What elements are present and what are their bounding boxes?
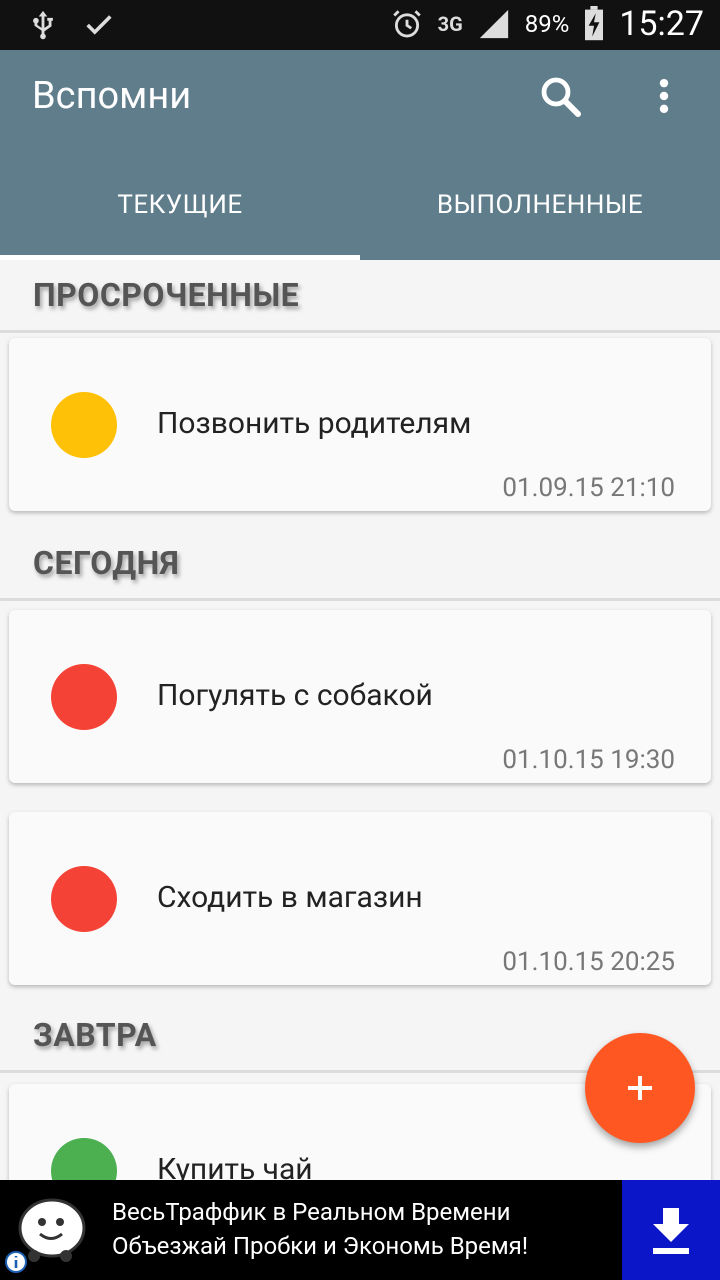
- reminder-card[interactable]: Сходить в магазин 01.10.15 20:25: [9, 812, 711, 985]
- tab-completed[interactable]: ВЫПОЛНЕННЫЕ: [360, 150, 720, 260]
- tab-bar: ТЕКУЩИЕ ВЫПОЛНЕННЫЕ: [0, 150, 720, 260]
- section-title: ПРОСРОЧЕННЫЕ: [33, 276, 300, 314]
- battery-percent: 89%: [524, 10, 570, 38]
- section-title: ЗАВТРА: [33, 1016, 157, 1054]
- download-icon: [653, 1208, 689, 1254]
- priority-dot: [51, 866, 117, 932]
- search-button[interactable]: [536, 72, 584, 120]
- priority-dot: [51, 664, 117, 730]
- battery-charging-icon: [585, 6, 604, 41]
- search-icon: [541, 77, 581, 117]
- ad-text-line2: Объезжай Пробки и Экономь Время!: [112, 1232, 529, 1260]
- usb-icon: [33, 10, 53, 40]
- clock: 15:27: [619, 4, 704, 44]
- more-options-button[interactable]: [642, 72, 686, 120]
- reminder-title: Сходить в магазин: [157, 880, 423, 915]
- reminder-title: Погулять с собакой: [157, 678, 433, 713]
- tab-current[interactable]: ТЕКУЩИЕ: [0, 150, 360, 260]
- ad-text-line1: ВесьТраффик в Реальном Времени: [112, 1198, 511, 1226]
- more-vert-icon: [659, 78, 669, 114]
- add-reminder-button[interactable]: [585, 1033, 695, 1143]
- ad-download-button[interactable]: [622, 1180, 720, 1280]
- reminder-date: 01.10.15 20:25: [502, 947, 675, 977]
- section-title: СЕГОДНЯ: [33, 544, 180, 582]
- app-title: Вспомни: [32, 74, 192, 118]
- reminder-title: Позвонить родителям: [157, 406, 472, 441]
- ad-banner[interactable]: ВесьТраффик в Реальном Времени Объезжай …: [0, 1180, 720, 1280]
- reminder-date: 01.09.15 21:10: [502, 473, 675, 503]
- ad-info-icon[interactable]: [4, 1250, 28, 1274]
- plus-icon: [628, 1076, 652, 1100]
- network-type: 3G: [437, 12, 463, 36]
- signal-icon: [479, 9, 508, 39]
- app-bar: Вспомни ТЕКУЩИЕ ВЫПОЛНЕННЫЕ: [0, 50, 720, 260]
- section-header-overdue: ПРОСРОЧЕННЫЕ: [0, 260, 720, 333]
- reminder-card[interactable]: Позвонить родителям 01.09.15 21:10: [9, 338, 711, 511]
- tab-label: ВЫПОЛНЕННЫЕ: [436, 190, 644, 220]
- alarm-icon: [392, 10, 421, 38]
- status-bar: 3G 89% 15:27: [0, 0, 720, 50]
- priority-dot: [51, 392, 117, 458]
- section-header-today: СЕГОДНЯ: [0, 528, 720, 601]
- reminder-date: 01.10.15 19:30: [502, 745, 675, 775]
- reminder-card[interactable]: Погулять с собакой 01.10.15 19:30: [9, 610, 711, 783]
- tab-label: ТЕКУЩИЕ: [117, 190, 243, 220]
- check-icon: [86, 15, 112, 35]
